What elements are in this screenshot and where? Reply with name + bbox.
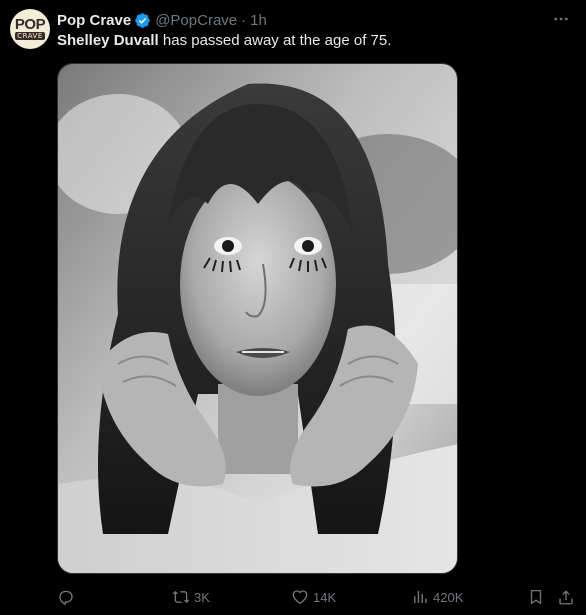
portrait-image [58,64,457,573]
share-button[interactable] [557,585,575,609]
bookmark-icon [530,589,542,605]
tweet-header: Pop Crave @PopCrave · 1h [57,10,267,30]
more-options-button[interactable] [550,10,572,28]
avatar-logo-top: POP [14,16,46,33]
views-count: 420K [433,589,464,605]
repost-icon [172,590,190,604]
avatar-logo-bottom: CRAVE [15,32,45,40]
tweet-text-rest: has passed away at the age of 75. [158,32,392,49]
views-icon [414,591,427,603]
heart-icon [292,590,308,605]
author-handle[interactable]: @PopCrave [155,12,237,29]
verified-badge-icon [134,12,151,29]
like-count: 14K [313,589,337,605]
avatar[interactable]: POP CRAVE [10,9,50,49]
share-icon [559,590,573,605]
tweet-actions: 3K 14K 420K [57,585,577,609]
views-button[interactable]: 420K [411,585,463,609]
reply-button[interactable] [57,585,79,609]
tweet-photo[interactable] [57,63,458,574]
author-name[interactable]: Pop Crave [57,12,131,29]
like-button[interactable]: 14K [291,585,336,609]
repost-count: 3K [194,589,210,605]
timestamp[interactable]: 1h [250,12,267,29]
reply-icon [59,590,73,605]
more-horizontal-icon [554,17,568,21]
bookmark-button[interactable] [527,585,545,609]
tweet-text-bold: Shelley Duvall [57,32,159,49]
tweet-text: Shelley Duvall has passed away at the ag… [57,31,391,51]
separator-dot: · [241,11,247,29]
repost-button[interactable]: 3K [172,585,210,609]
